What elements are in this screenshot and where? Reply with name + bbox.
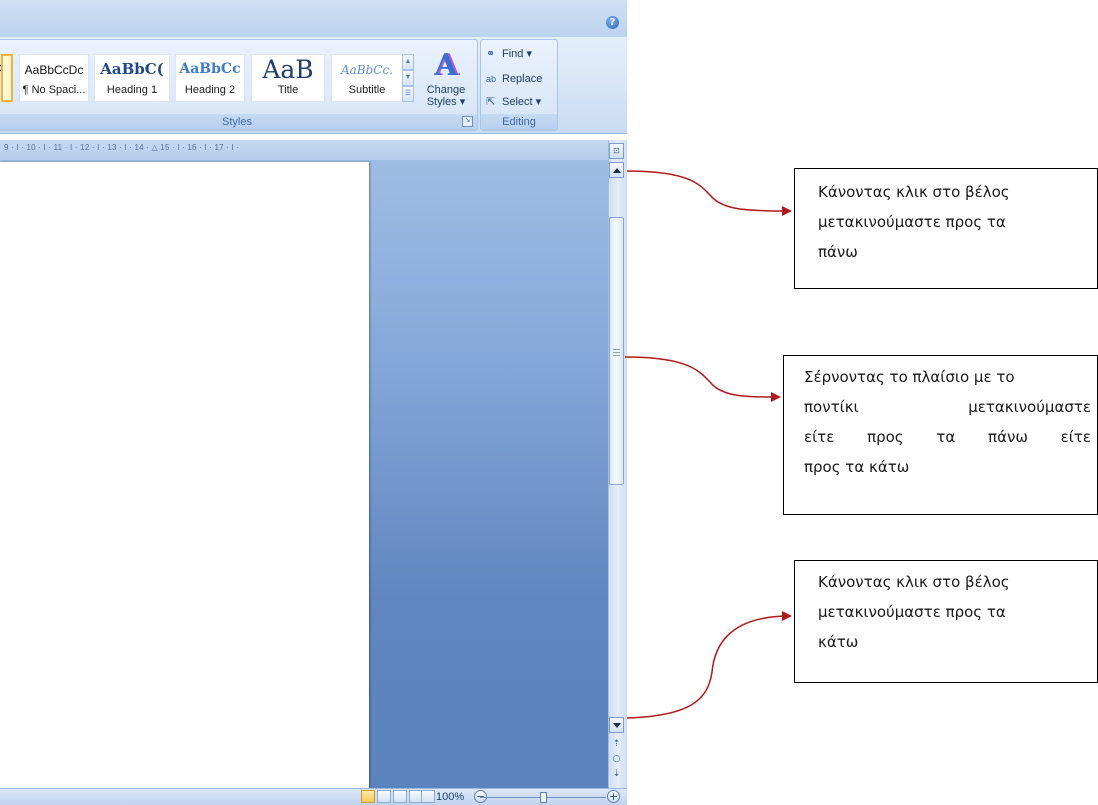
draft-view-icon[interactable] xyxy=(421,790,435,803)
style-sample: AaBbCc xyxy=(179,61,241,77)
zoom-in-button[interactable]: + xyxy=(607,790,620,803)
gallery-more-button[interactable]: ☰ xyxy=(402,86,414,102)
replace-icon: ab xyxy=(486,74,497,84)
style-sample: AaB xyxy=(262,55,314,84)
find-label: Find ▾ xyxy=(502,48,532,60)
gallery-down-button[interactable]: ▼ xyxy=(402,70,414,86)
connector-arrow-up xyxy=(626,170,792,216)
print-layout-view-icon[interactable] xyxy=(361,790,375,803)
document-page[interactable] xyxy=(0,162,369,788)
arrow-down-icon xyxy=(613,723,621,728)
zoom-level[interactable]: 100% xyxy=(436,790,464,805)
gallery-up-button[interactable]: ▲ xyxy=(402,54,414,70)
word-window: ? : AaBbCcDc ¶ No Spaci... AaBbC( Headin… xyxy=(0,0,627,805)
callout-line: κάτω xyxy=(818,633,859,651)
style-tile-heading-1[interactable]: AaBbC( Heading 1 xyxy=(94,54,170,102)
view-ruler-toggle-icon[interactable]: ⊡ xyxy=(609,143,624,159)
style-sample: AaBbCcDc xyxy=(24,63,84,77)
full-screen-reading-icon[interactable] xyxy=(377,790,391,803)
select-label: Select ▾ xyxy=(502,96,542,108)
style-sample: AaBbCc. xyxy=(340,63,394,77)
status-bar: 100% − + xyxy=(0,788,627,805)
change-styles-icon: A xyxy=(434,48,458,83)
scroll-down-button[interactable] xyxy=(609,717,624,733)
callout-line: Σέρνοντας το πλαίσιο με το xyxy=(804,368,1015,386)
callout-scroll-down: Κάνοντας κλικ στο βέλος μετακινούμαστε π… xyxy=(794,560,1098,683)
style-name: Heading 1 xyxy=(106,84,158,96)
select-button[interactable]: ⇱ Select ▾ xyxy=(486,93,541,111)
callout-drag-thumb: Σέρνοντας το πλαίσιο με το ποντίκι μετακ… xyxy=(783,355,1098,515)
style-tile-no-spacing[interactable]: AaBbCcDc ¶ No Spaci... xyxy=(19,54,89,102)
change-styles-button[interactable]: A Change Styles ▾ xyxy=(419,48,473,118)
dialog-launcher-icon[interactable]: ↘ xyxy=(462,116,473,127)
callout-line: πάνω xyxy=(818,243,858,261)
style-name: Subtitle xyxy=(348,84,386,96)
web-layout-icon[interactable] xyxy=(393,790,407,803)
callout-line: είτε προς τα πάνω είτε xyxy=(804,428,1091,446)
style-normal-tile[interactable] xyxy=(1,54,13,102)
help-icon[interactable]: ? xyxy=(606,16,619,29)
ribbon-tab-strip: ? xyxy=(0,0,627,38)
styles-group-label: Styles xyxy=(0,114,477,130)
style-tile-heading-2[interactable]: AaBbCc Heading 2 xyxy=(175,54,245,102)
scroll-thumb[interactable] xyxy=(609,217,624,485)
connector-arrow-down xyxy=(626,611,792,719)
ruler-ticks: 9 · I · 10 · I · 11 · I · 12 · I · 13 · … xyxy=(4,143,240,152)
previous-page-icon[interactable]: ⇡ xyxy=(609,737,624,751)
callout-line: Κάνοντας κλικ στο βέλος xyxy=(818,573,1010,591)
callout-line: ποντίκι μετακινούμαστε xyxy=(804,398,1091,416)
editing-group-label: Editing xyxy=(481,114,557,130)
replace-label: Replace xyxy=(502,73,543,85)
grip-icon xyxy=(613,349,620,356)
change-styles-label: Change xyxy=(426,84,466,96)
binoculars-icon: ⚭ xyxy=(486,48,496,60)
style-tile-title[interactable]: AaB Title xyxy=(251,54,325,102)
select-browse-object-icon[interactable]: ○ xyxy=(609,752,624,766)
style-sample: AaBbC( xyxy=(100,60,164,78)
style-name: Title xyxy=(277,84,299,96)
ribbon: : AaBbCcDc ¶ No Spaci... AaBbC( Heading … xyxy=(0,37,627,134)
plus-icon: + xyxy=(608,790,619,803)
callout-line: μετακινούμαστε προς τα xyxy=(818,213,1006,231)
callout-line: μετακινούμαστε προς τα xyxy=(818,603,1006,621)
callout-line: Κάνοντας κλικ στο βέλος xyxy=(818,183,1010,201)
connector-arrow-thumb xyxy=(624,356,781,402)
style-name: Heading 2 xyxy=(184,84,236,96)
scroll-up-button[interactable] xyxy=(609,162,624,178)
arrow-up-icon xyxy=(613,168,621,173)
horizontal-ruler[interactable]: 9 · I · 10 · I · 11 · I · 12 · I · 13 · … xyxy=(0,140,608,160)
replace-button[interactable]: ab Replace xyxy=(486,70,542,88)
styles-gallery-scroll: ▲ ▼ ☰ xyxy=(402,54,414,104)
cursor-icon: ⇱ xyxy=(486,96,496,108)
zoom-slider-thumb[interactable] xyxy=(540,792,547,803)
find-button[interactable]: ⚭ Find ▾ xyxy=(486,45,532,63)
change-styles-label-2: Styles ▾ xyxy=(426,96,466,108)
callout-scroll-up: Κάνοντας κλικ στο βέλος μετακινούμαστε π… xyxy=(794,168,1098,289)
next-page-icon[interactable]: ⇣ xyxy=(609,767,624,781)
style-name: ¶ No Spaci... xyxy=(22,84,86,96)
callout-line: προς τα κάτω xyxy=(804,458,910,476)
style-tile-subtitle[interactable]: AaBbCc. Subtitle xyxy=(331,54,403,102)
styles-group: : AaBbCcDc ¶ No Spaci... AaBbC( Heading … xyxy=(0,39,478,131)
